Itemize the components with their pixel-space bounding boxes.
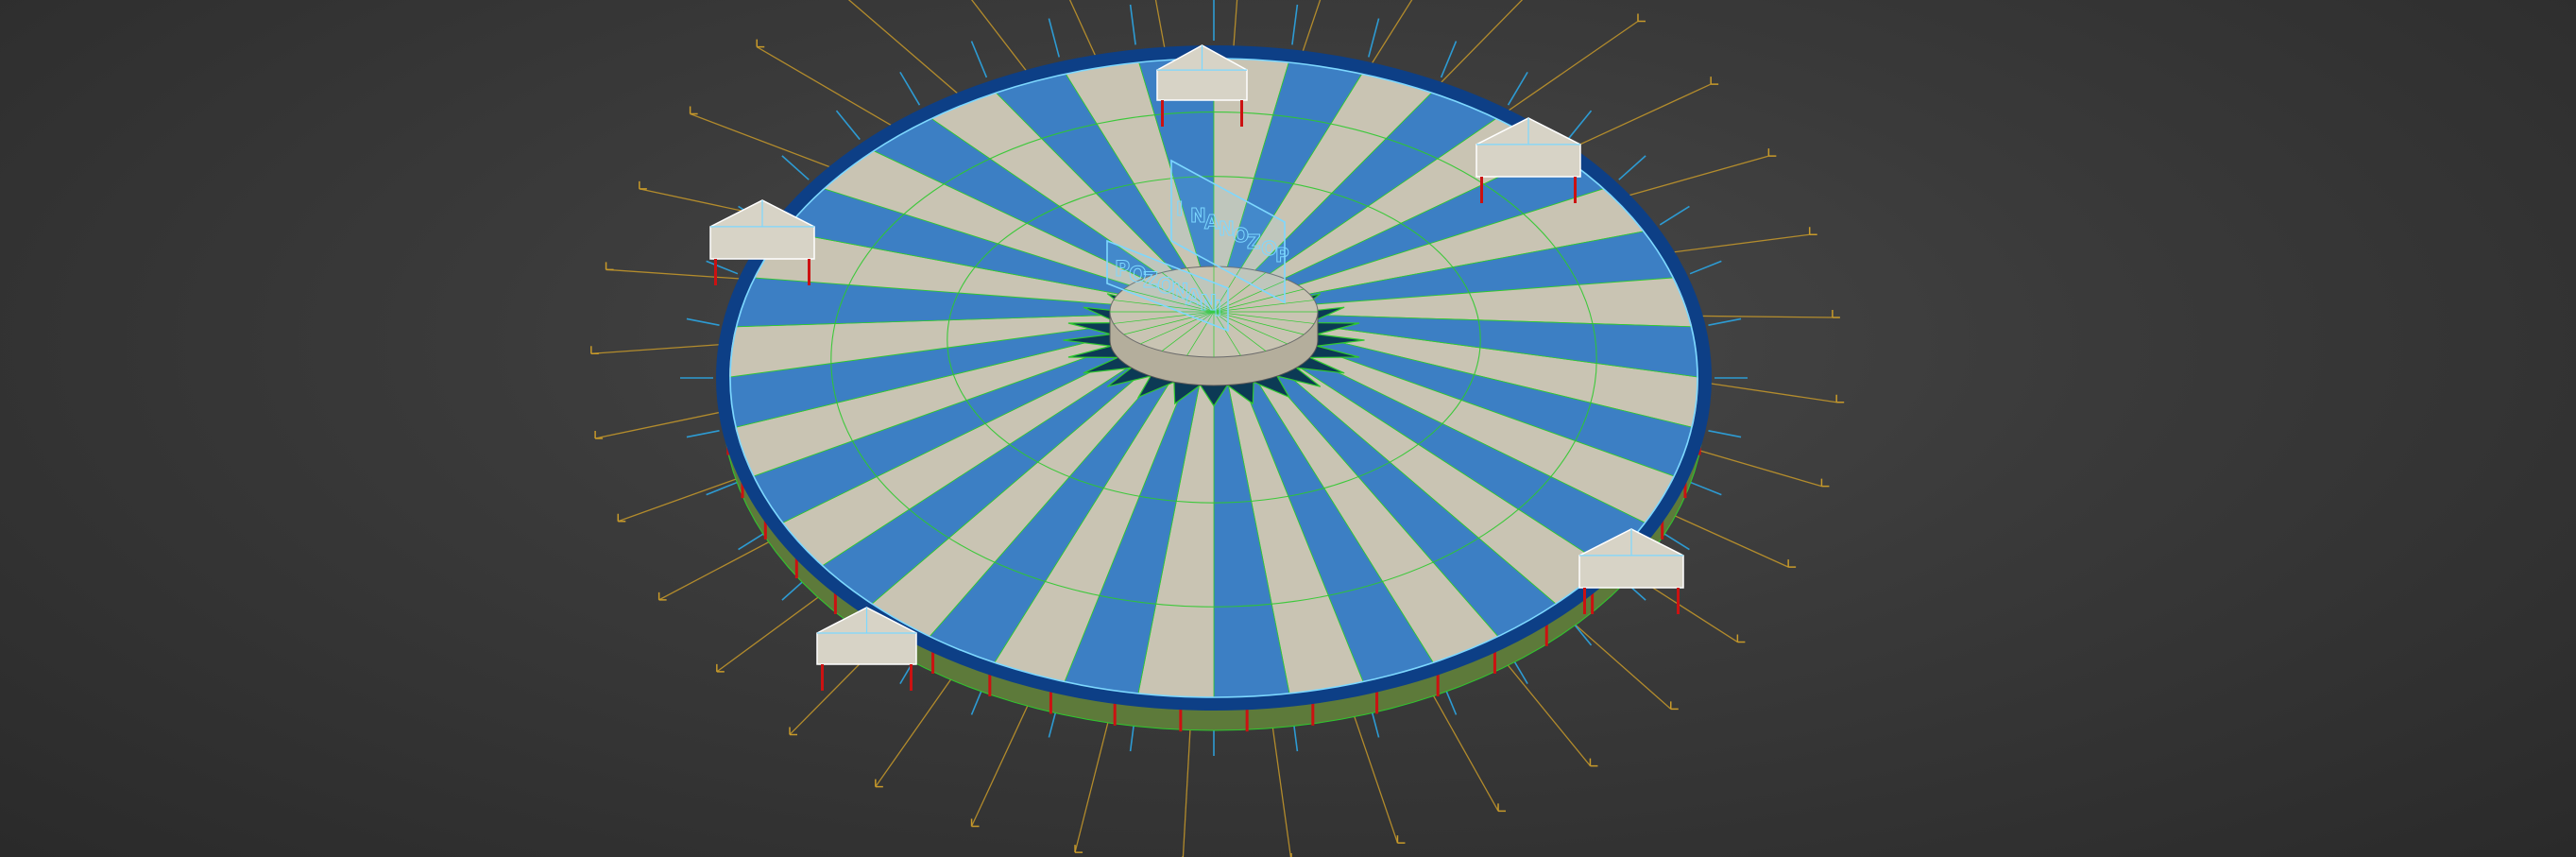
support-post	[988, 672, 992, 697]
rim-marker	[1708, 317, 1742, 326]
dormer-front-left-post	[821, 664, 824, 691]
support-post	[1113, 700, 1117, 726]
guide-tick	[689, 106, 698, 115]
rim-marker	[686, 430, 720, 438]
support-post	[1311, 700, 1315, 726]
guide-tick	[1396, 835, 1406, 844]
dormer-back-right-post	[1480, 177, 1483, 203]
sign-letter: I	[1176, 197, 1183, 220]
rim-marker	[781, 155, 810, 180]
rim-marker	[1129, 4, 1136, 45]
guide-tick	[1787, 559, 1797, 568]
support-post	[1179, 707, 1183, 732]
rim-marker	[899, 71, 921, 106]
guide-tick	[1290, 853, 1292, 857]
guide-tick	[590, 346, 599, 355]
guide-tick	[1637, 13, 1646, 23]
guide-tick	[1589, 758, 1598, 767]
guide-tick	[1710, 77, 1719, 85]
rim-marker	[970, 41, 988, 78]
dormer-front-left-post	[910, 664, 913, 691]
rim-marker	[1567, 110, 1593, 141]
guide-tick	[1736, 634, 1746, 643]
rim-marker	[1368, 18, 1380, 58]
guide-tick	[1820, 478, 1830, 488]
rim-marker	[1048, 18, 1060, 58]
dormer-back-post	[1240, 100, 1243, 127]
rim-marker	[1440, 41, 1458, 78]
sign-letter: P	[1275, 244, 1289, 266]
dormer-front-right-post	[1677, 588, 1680, 614]
rim-marker	[1689, 481, 1722, 496]
rim-marker	[1708, 430, 1742, 438]
guide-tick	[756, 39, 765, 48]
rim-marker	[1291, 4, 1299, 45]
guide-tick	[1767, 148, 1777, 157]
3d-viewport[interactable]: POZONANIINANOZOP	[0, 0, 2576, 857]
tent-model[interactable]: POZ ONANII NA NOZ OP	[0, 0, 2576, 857]
sign-letter: Z	[1247, 231, 1261, 253]
guide-tick	[605, 262, 614, 271]
rim-marker	[686, 317, 720, 326]
guide-tick	[1832, 310, 1840, 318]
support-post	[1049, 689, 1052, 714]
rim-marker	[1689, 260, 1722, 275]
rim-marker	[835, 110, 861, 141]
rim-marker	[706, 260, 739, 275]
guide-tick	[1835, 394, 1845, 403]
guide-tick	[1808, 227, 1817, 236]
support-post	[1436, 672, 1440, 697]
support-post	[1375, 689, 1379, 714]
dormer-back-post	[1161, 100, 1164, 127]
sign-letter: Z	[1143, 269, 1158, 293]
guide-tick	[639, 180, 647, 190]
sign-letter: A	[1204, 211, 1220, 233]
rim-marker	[1659, 205, 1690, 226]
dormer-back-right-post	[1574, 177, 1577, 203]
guide-tick	[1670, 701, 1679, 711]
support-post	[1245, 707, 1249, 732]
dormer-left-post	[714, 259, 717, 285]
guide-tick	[1497, 803, 1507, 813]
rim-marker	[1618, 155, 1646, 180]
dormer-front-right-post	[1583, 588, 1586, 614]
sign-letter: I	[1214, 298, 1221, 321]
sign-letter: P	[1115, 258, 1130, 282]
dormer-left-post	[808, 259, 810, 285]
